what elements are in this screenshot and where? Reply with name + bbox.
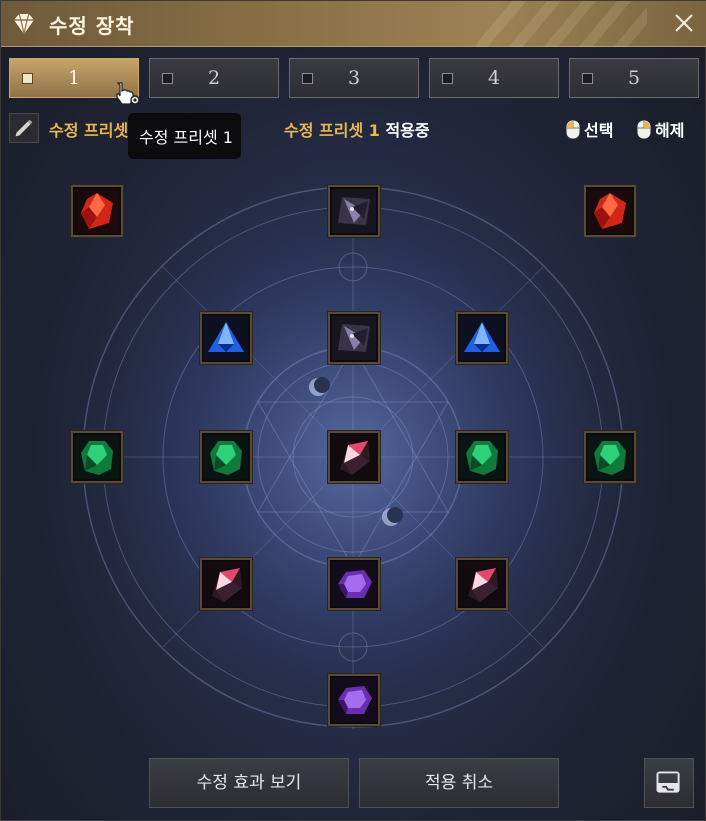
- mouse-right-click-icon: [637, 120, 651, 138]
- crystal-slot[interactable]: [456, 558, 508, 610]
- crimson-shard-gem-icon: [460, 562, 504, 606]
- close-icon[interactable]: [671, 10, 697, 36]
- preset-tab-5[interactable]: 5: [569, 58, 699, 98]
- green-emerald-gem-icon: [588, 435, 632, 479]
- tab-label: 5: [627, 67, 641, 89]
- diamond-icon: [14, 13, 34, 35]
- release-hint-text: 해제: [655, 121, 685, 140]
- crystal-slot[interactable]: [71, 431, 123, 483]
- purple-amethyst-gem-icon: [332, 678, 376, 722]
- crimson-shard-gem-icon: [204, 562, 248, 606]
- applied-suffix: 적용중: [385, 121, 430, 140]
- tab-label: 2: [207, 67, 221, 89]
- tab-label: 4: [487, 67, 501, 89]
- preset-tab-2[interactable]: 2: [149, 58, 279, 98]
- green-emerald-gem-icon: [75, 435, 119, 479]
- edit-preset-button[interactable]: [9, 113, 39, 143]
- crystal-slot[interactable]: [328, 185, 380, 237]
- applied-preset-name: 수정 프리셋 1: [284, 121, 380, 140]
- purple-amethyst-gem-icon: [332, 562, 376, 606]
- hand-cursor-icon: [116, 82, 140, 105]
- tab-label: 3: [347, 67, 361, 89]
- applied-preset-status: 수정 프리셋 1 적용중: [284, 117, 430, 141]
- crystal-equip-window: 수정 장착 1 2 3 4 5 수정 프리셋 수정 프리셋 1 수정 프리셋 1…: [0, 0, 706, 821]
- crystal-slot[interactable]: [328, 431, 380, 483]
- title-bar-decoration: [477, 1, 647, 47]
- crystal-slot[interactable]: [328, 674, 380, 726]
- mouse-left-click-icon: [566, 120, 580, 138]
- crystal-slot[interactable]: [456, 312, 508, 364]
- green-emerald-gem-icon: [204, 435, 248, 479]
- tooltip-text: 수정 프리셋 1: [139, 128, 233, 147]
- view-crystal-effects-button[interactable]: 수정 효과 보기: [149, 758, 349, 808]
- crystal-slot[interactable]: [71, 185, 123, 237]
- blue-trillion-gem-icon: [204, 316, 248, 360]
- dark-crystal-gem-icon: [332, 316, 376, 360]
- pencil-icon: [15, 119, 33, 137]
- crystal-slot[interactable]: [584, 185, 636, 237]
- crystal-slot[interactable]: [200, 431, 252, 483]
- crystal-slot[interactable]: [456, 431, 508, 483]
- red-ruby-gem-icon: [588, 189, 632, 233]
- save-preset-button[interactable]: [644, 758, 694, 808]
- preset-tooltip: 수정 프리셋 1: [128, 113, 241, 159]
- cancel-apply-button[interactable]: 적용 취소: [359, 758, 559, 808]
- red-ruby-gem-icon: [75, 189, 119, 233]
- preset-name-label: 수정 프리셋: [49, 121, 129, 140]
- preset-tab-3[interactable]: 3: [289, 58, 419, 98]
- crystal-slot[interactable]: [584, 431, 636, 483]
- dark-crystal-gem-icon: [332, 189, 376, 233]
- green-emerald-gem-icon: [460, 435, 504, 479]
- crystal-slot[interactable]: [200, 312, 252, 364]
- select-hint-text: 선택: [584, 121, 614, 140]
- blue-trillion-gem-icon: [460, 316, 504, 360]
- crystal-slot[interactable]: [328, 312, 380, 364]
- title-bar[interactable]: 수정 장착: [1, 1, 706, 47]
- preset-tabs: 1 2 3 4 5: [9, 58, 699, 98]
- crystal-slot[interactable]: [328, 558, 380, 610]
- preset-tab-4[interactable]: 4: [429, 58, 559, 98]
- crystal-slot[interactable]: [200, 558, 252, 610]
- window-title: 수정 장착: [49, 14, 135, 38]
- crimson-shard-gem-icon: [332, 435, 376, 479]
- save-tray-icon: [656, 771, 680, 793]
- release-hint: 해제: [637, 117, 684, 141]
- select-hint: 선택: [566, 117, 613, 141]
